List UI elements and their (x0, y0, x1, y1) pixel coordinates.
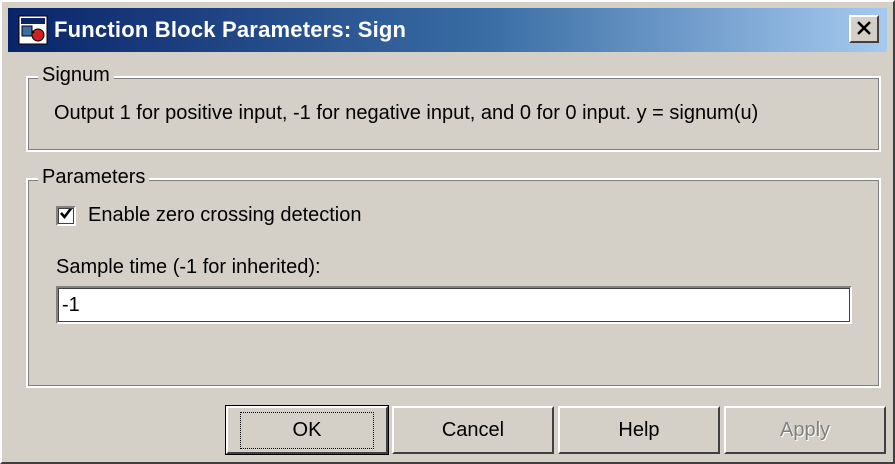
help-button[interactable]: Help (558, 406, 720, 454)
zero-crossing-label[interactable]: Enable zero crossing detection (88, 204, 362, 227)
ok-button[interactable]: OK (225, 405, 389, 455)
close-icon (856, 18, 872, 40)
apply-button[interactable]: Apply (724, 406, 886, 454)
cancel-label: Cancel (441, 418, 505, 441)
zero-crossing-row[interactable]: Enable zero crossing detection (56, 204, 362, 227)
title-bar[interactable]: Function Block Parameters: Sign (8, 8, 887, 52)
apply-label: Apply (779, 418, 831, 441)
block-description: Output 1 for positive input, -1 for nega… (54, 102, 759, 124)
window-title: Function Block Parameters: Sign (54, 17, 407, 42)
help-label: Help (618, 418, 660, 441)
parameters-group: Parameters Enable zero crossing detectio… (26, 166, 881, 388)
sample-time-input[interactable] (56, 286, 852, 324)
cancel-button[interactable]: Cancel (392, 406, 554, 454)
dialog-window: Function Block Parameters: Sign Signum O… (0, 0, 895, 464)
close-button[interactable] (849, 15, 879, 43)
signum-group: Signum Output 1 for positive input, -1 f… (26, 64, 881, 152)
simulink-block-icon (18, 15, 48, 45)
sample-time-label: Sample time (-1 for inherited): (56, 256, 321, 278)
parameters-legend: Parameters (38, 166, 150, 189)
zero-crossing-checkbox[interactable] (56, 205, 76, 226)
ok-label: OK (239, 411, 375, 449)
checkmark-icon (59, 206, 73, 225)
signum-legend: Signum (38, 64, 114, 87)
